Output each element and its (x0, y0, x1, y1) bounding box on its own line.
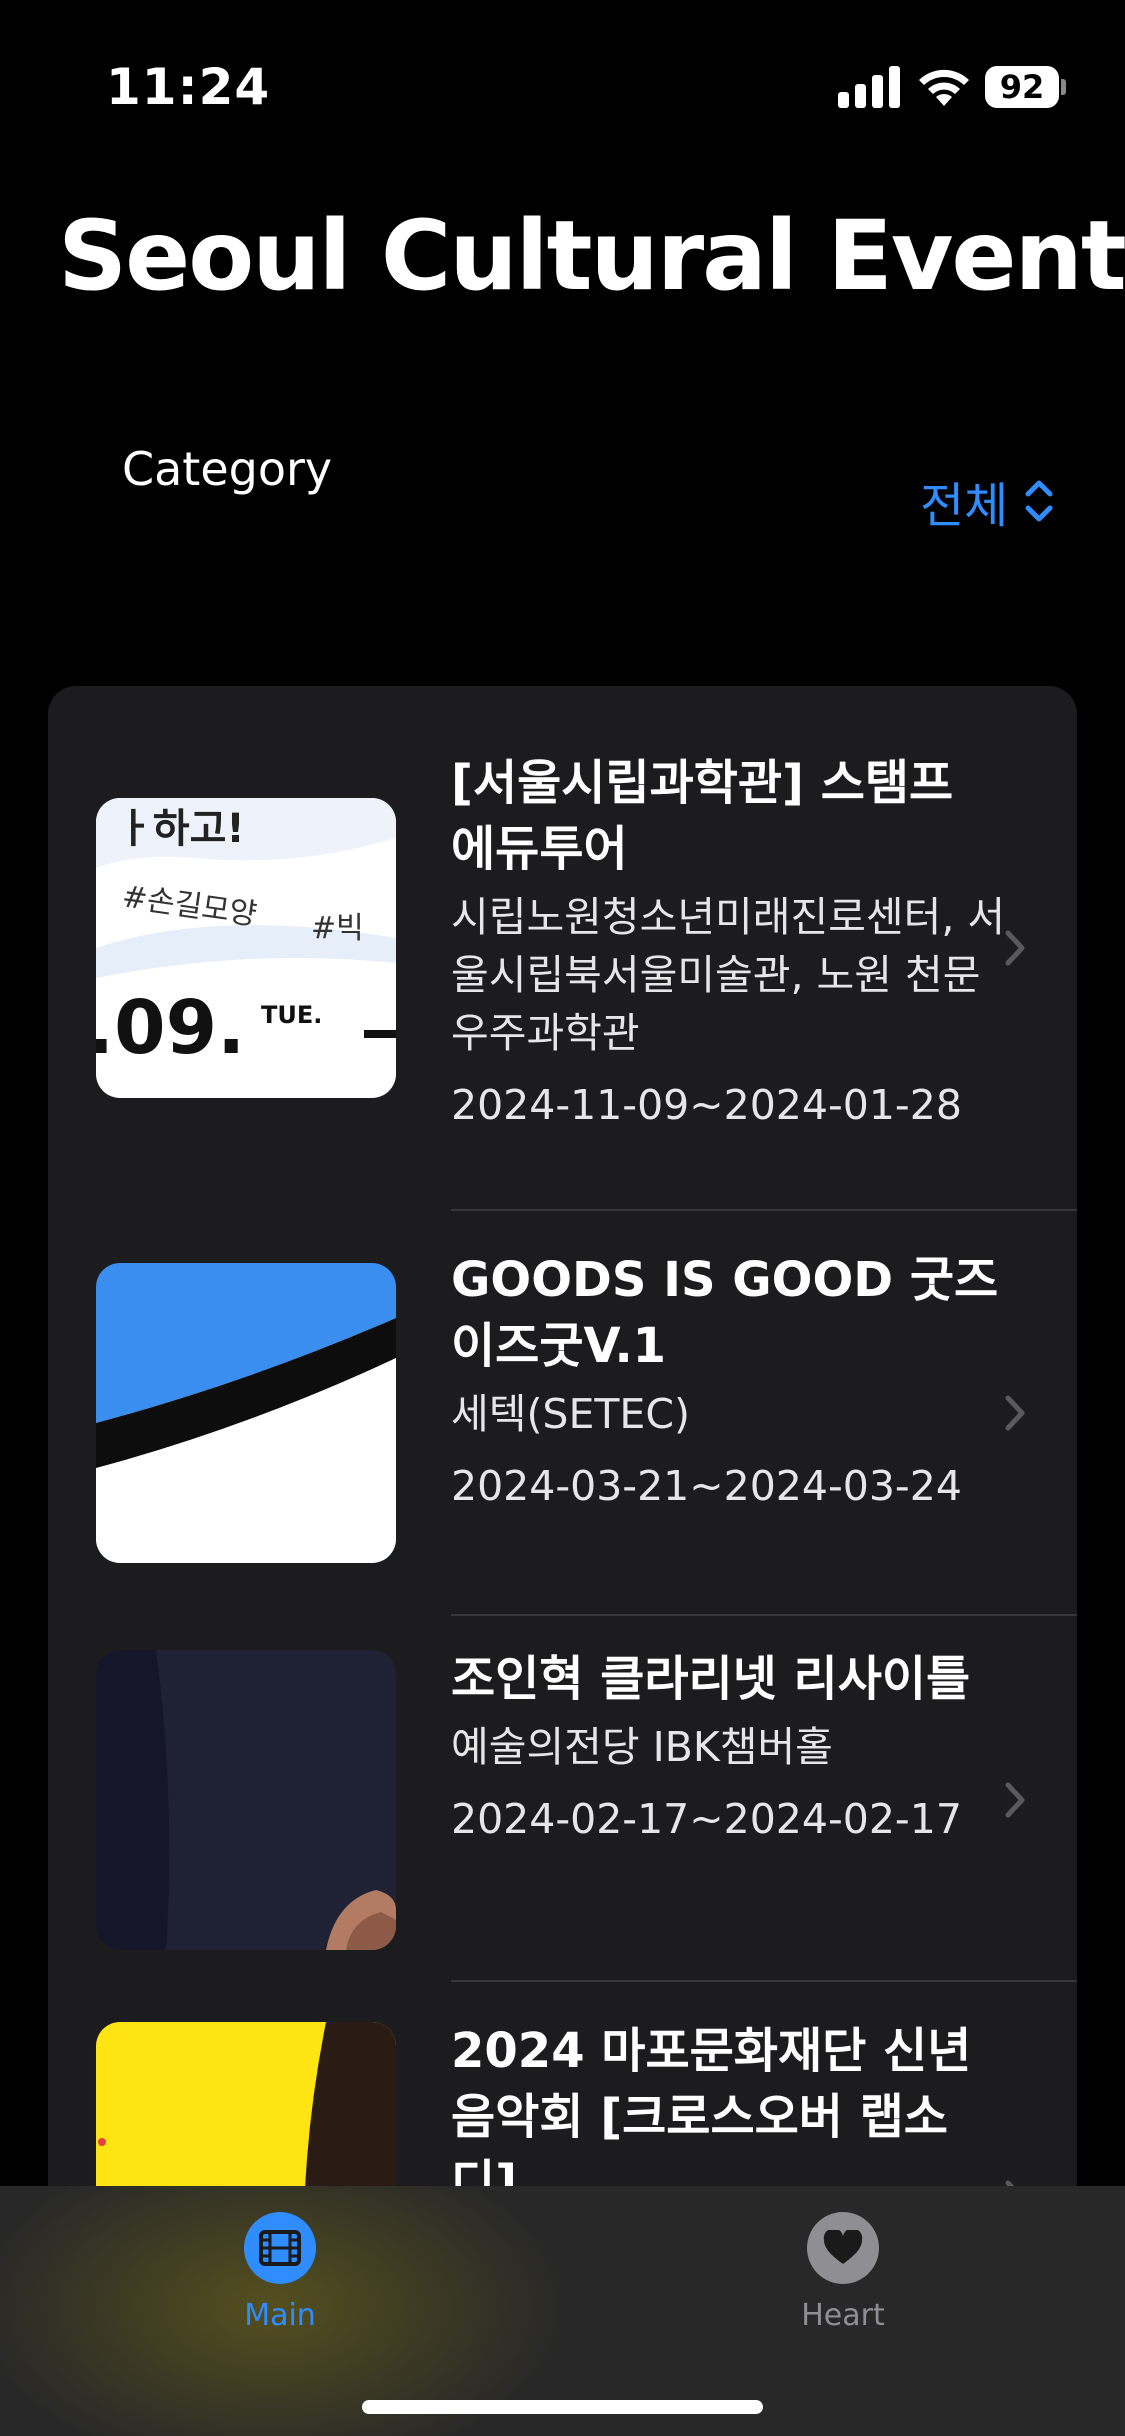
event-date: 2024-03-21~2024-03-24 (451, 1462, 962, 1510)
svg-text:ㅏ하고!: ㅏ하고! (116, 806, 245, 852)
wifi-icon (919, 69, 969, 106)
event-place: 세텍(SETEC) (451, 1390, 690, 1438)
battery-icon: 92 (985, 66, 1066, 108)
event-info: 조인혁 클라리넷 리사이틀 예술의전당 IBK챔버홀 2024-02-17~20… (451, 1646, 1011, 1848)
svg-text:#빅: #빅 (311, 911, 364, 946)
category-label: Category (122, 442, 333, 496)
event-place: 예술의전당 IBK챔버홀 (451, 1723, 833, 1771)
event-title: 조인혁 클라리넷 리사이틀 (451, 1651, 971, 1707)
chevron-right-icon (1005, 930, 1025, 966)
event-title: [서울시립과학관] 스탬프 에듀투어 (451, 755, 954, 877)
page-title: Seoul Cultural Events (58, 200, 1125, 312)
chevron-up-down-icon (1025, 480, 1053, 522)
screen: 11:24 92 Seoul Cultural Events Category … (0, 0, 1125, 2436)
event-row[interactable]: 조인혁 클라리넷 리사이틀 예술의전당 IBK챔버홀 2024-02-17~20… (48, 1616, 1077, 1982)
chevron-right-icon (1005, 1395, 1025, 1431)
event-thumbnail (96, 1263, 396, 1563)
tab-main-label: Main (244, 2298, 316, 2333)
svg-text:#손길모양: #손길모양 (120, 879, 259, 933)
category-picker[interactable]: 전체 (920, 466, 1056, 536)
film-icon (244, 2212, 316, 2284)
svg-text:.09.: .09. (96, 985, 245, 1071)
battery-level: 92 (985, 66, 1059, 108)
tab-heart[interactable]: Heart (743, 2212, 943, 2333)
category-selected-value: 전체 (920, 478, 1009, 534)
event-row[interactable]: ㅏ하고! #손길모양 #빅 .09. TUE. [서울시립과학관] 스탬프 에듀… (48, 686, 1077, 1211)
tab-main[interactable]: Main (180, 2212, 380, 2333)
svg-text:TUE.: TUE. (261, 1001, 322, 1029)
event-title: GOODS IS GOOD 굿즈이즈굿V.1 (451, 1252, 999, 1374)
home-indicator[interactable] (362, 2400, 763, 2414)
status-bar: 11:24 92 (0, 0, 1125, 150)
cellular-signal-icon (838, 64, 900, 108)
event-info: GOODS IS GOOD 굿즈이즈굿V.1 세텍(SETEC) 2024-03… (451, 1247, 1011, 1515)
chevron-right-icon (1005, 1782, 1025, 1818)
tab-heart-label: Heart (801, 2298, 885, 2333)
event-date: 2024-02-17~2024-02-17 (451, 1795, 962, 1843)
heart-icon (807, 2212, 879, 2284)
event-info: [서울시립과학관] 스탬프 에듀투어 시립노원청소년미래진로센터, 서울시립북서… (451, 750, 1011, 1134)
status-time: 11:24 (106, 58, 271, 116)
event-thumbnail: ㅏ하고! #손길모양 #빅 .09. TUE. (96, 798, 396, 1098)
event-thumbnail (96, 1650, 396, 1950)
event-row[interactable]: GOODS IS GOOD 굿즈이즈굿V.1 세텍(SETEC) 2024-03… (48, 1211, 1077, 1616)
event-place: 시립노원청소년미래진로센터, 서울시립북서울미술관, 노원 천문우주과학관 (451, 893, 1006, 1057)
event-date: 2024-11-09~2024-01-28 (451, 1081, 962, 1129)
tab-bar: Main Heart (0, 2186, 1125, 2436)
event-list: ㅏ하고! #손길모양 #빅 .09. TUE. [서울시립과학관] 스탬프 에듀… (48, 686, 1077, 2436)
